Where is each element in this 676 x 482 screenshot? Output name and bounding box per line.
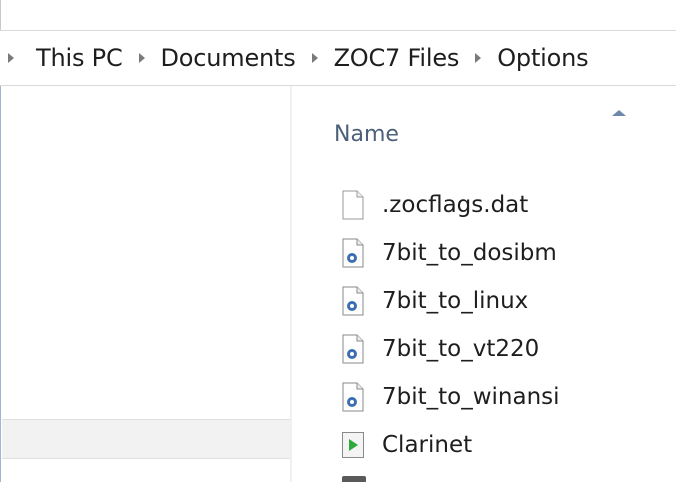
window-frame-edge — [0, 0, 1, 30]
config-file-icon — [342, 334, 364, 364]
breadcrumb: This PC Documents ZOC7 Files Options — [0, 31, 589, 85]
breadcrumb-zoc7-files[interactable]: ZOC7 Files — [334, 44, 460, 72]
file-name: Clarinet — [382, 432, 473, 458]
config-file-icon — [342, 238, 364, 268]
navigation-pane-selected-item[interactable] — [2, 419, 290, 459]
file-explorer-window: This PC Documents ZOC7 Files Options Nam… — [0, 0, 676, 482]
breadcrumb-this-pc[interactable]: This PC — [36, 44, 123, 72]
list-item[interactable]: Clarinet — [292, 422, 676, 470]
media-play-file-icon — [342, 430, 364, 460]
blank-file-icon — [342, 190, 364, 220]
list-item[interactable]: .zocflags.dat — [292, 182, 676, 230]
column-header: Name — [292, 86, 676, 147]
file-name: 7bit_to_dosibm — [382, 240, 557, 266]
partially-visible-file-icon — [342, 476, 366, 482]
sort-ascending-icon — [612, 110, 626, 116]
file-name: 7bit_to_winansi — [382, 384, 560, 410]
breadcrumb-documents[interactable]: Documents — [161, 44, 296, 72]
column-header-name[interactable]: Name — [334, 122, 399, 147]
breadcrumb-separator-icon[interactable] — [138, 53, 145, 63]
file-name: 7bit_to_linux — [382, 288, 529, 314]
file-rows: .zocflags.dat 7bit_to_dosibm 7bit_to_lin… — [292, 182, 676, 470]
breadcrumb-separator-icon[interactable] — [475, 53, 482, 63]
breadcrumb-options[interactable]: Options — [497, 44, 588, 72]
breadcrumb-separator-icon[interactable] — [8, 53, 14, 63]
list-item[interactable]: 7bit_to_dosibm — [292, 230, 676, 278]
file-name: 7bit_to_vt220 — [382, 336, 540, 362]
address-bar[interactable]: This PC Documents ZOC7 Files Options — [0, 30, 676, 86]
list-item[interactable]: 7bit_to_linux — [292, 278, 676, 326]
list-item[interactable]: 7bit_to_vt220 — [292, 326, 676, 374]
navigation-pane[interactable] — [0, 86, 290, 482]
config-file-icon — [342, 382, 364, 412]
file-list: Name .zocflags.dat 7bit_to_dosibm 7bit_t… — [292, 86, 676, 482]
window-top-frame — [0, 0, 676, 30]
list-item[interactable]: 7bit_to_winansi — [292, 374, 676, 422]
breadcrumb-separator-icon[interactable] — [311, 53, 318, 63]
file-name: .zocflags.dat — [382, 192, 529, 218]
config-file-icon — [342, 286, 364, 316]
